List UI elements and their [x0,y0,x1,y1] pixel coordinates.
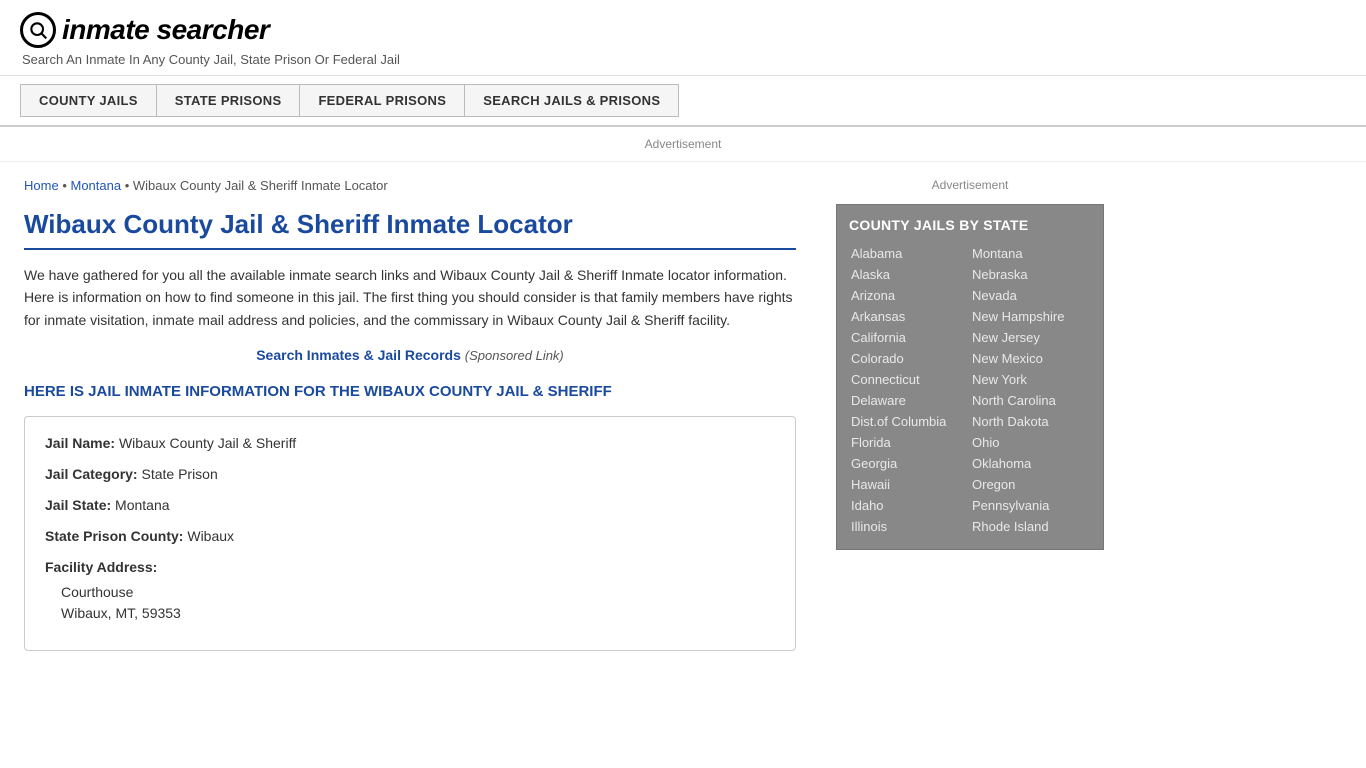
jail-county-label: State Prison County: [45,528,183,544]
state-link[interactable]: Dist.of Columbia [849,411,970,432]
state-link[interactable]: Georgia [849,453,970,474]
jail-name-label: Jail Name: [45,435,115,451]
state-col-1: AlabamaAlaskaArizonaArkansasCaliforniaCo… [849,243,970,537]
jail-state-val: Montana [115,497,169,513]
ad-sidebar: Advertisement [836,178,1104,192]
state-link[interactable]: Pennsylvania [970,495,1091,516]
logo-text: inmate searcher [62,14,269,46]
state-link[interactable]: Oklahoma [970,453,1091,474]
jail-address-row: Facility Address: Courthouse Wibaux, MT,… [45,557,775,624]
breadcrumb: Home • Montana • Wibaux County Jail & Sh… [24,178,796,193]
state-link[interactable]: Alaska [849,264,970,285]
nav-federal-prisons[interactable]: FEDERAL PRISONS [299,84,464,117]
state-link[interactable]: North Dakota [970,411,1091,432]
main-content: Home • Montana • Wibaux County Jail & Sh… [0,162,820,667]
county-jails-title: COUNTY JAILS BY STATE [849,217,1091,233]
description: We have gathered for you all the availab… [24,264,796,331]
nav-state-prisons[interactable]: STATE PRISONS [156,84,300,117]
jail-address-line1: Courthouse [61,582,775,603]
state-link[interactable]: Ohio [970,432,1091,453]
state-link[interactable]: Rhode Island [970,516,1091,537]
search-link-area: Search Inmates & Jail Records (Sponsored… [24,347,796,363]
state-link[interactable]: Nevada [970,285,1091,306]
ad-banner: Advertisement [0,127,1366,162]
state-link[interactable]: Alabama [849,243,970,264]
state-link[interactable]: New Jersey [970,327,1091,348]
state-link[interactable]: Montana [970,243,1091,264]
breadcrumb-page: Wibaux County Jail & Sheriff Inmate Loca… [133,178,388,193]
state-link[interactable]: Nebraska [970,264,1091,285]
state-link[interactable]: Connecticut [849,369,970,390]
breadcrumb-state[interactable]: Montana [70,178,121,193]
state-link[interactable]: New York [970,369,1091,390]
jail-category-label: Jail Category: [45,466,138,482]
state-link[interactable]: Florida [849,432,970,453]
logo-area: inmate searcher [20,12,1346,48]
sponsored-text: (Sponsored Link) [465,348,564,363]
state-link[interactable]: Arizona [849,285,970,306]
jail-address-line2: Wibaux, MT, 59353 [61,603,775,624]
jail-county-row: State Prison County: Wibaux [45,526,775,547]
jail-address-label: Facility Address: [45,559,157,575]
state-link[interactable]: North Carolina [970,390,1091,411]
state-link[interactable]: Oregon [970,474,1091,495]
jail-state-row: Jail State: Montana [45,495,775,516]
breadcrumb-home[interactable]: Home [24,178,59,193]
header: inmate searcher Search An Inmate In Any … [0,0,1366,76]
jail-category-val: State Prison [141,466,217,482]
tagline: Search An Inmate In Any County Jail, Sta… [22,52,1346,67]
state-link[interactable]: Illinois [849,516,970,537]
jail-name-val: Wibaux County Jail & Sheriff [119,435,296,451]
county-jails-box: COUNTY JAILS BY STATE AlabamaAlaskaArizo… [836,204,1104,550]
nav-search[interactable]: SEARCH JAILS & PRISONS [464,84,679,117]
state-link[interactable]: Idaho [849,495,970,516]
sidebar: Advertisement COUNTY JAILS BY STATE Alab… [820,162,1120,667]
main-layout: Home • Montana • Wibaux County Jail & Sh… [0,162,1366,667]
jail-address-details: Courthouse Wibaux, MT, 59353 [45,582,775,624]
page-title: Wibaux County Jail & Sheriff Inmate Loca… [24,209,796,250]
jail-county-val: Wibaux [187,528,234,544]
nav-bar: COUNTY JAILS STATE PRISONS FEDERAL PRISO… [0,76,1366,127]
jail-name-row: Jail Name: Wibaux County Jail & Sheriff [45,433,775,454]
jail-state-label: Jail State: [45,497,111,513]
state-link[interactable]: New Mexico [970,348,1091,369]
info-box: Jail Name: Wibaux County Jail & Sheriff … [24,416,796,651]
nav-county-jails[interactable]: COUNTY JAILS [20,84,156,117]
state-link[interactable]: Hawaii [849,474,970,495]
logo-icon [20,12,56,48]
state-link[interactable]: Delaware [849,390,970,411]
jail-info-heading: HERE IS JAIL INMATE INFORMATION FOR THE … [24,383,796,400]
state-col-2: MontanaNebraskaNevadaNew HampshireNew Je… [970,243,1091,537]
search-inmates-link[interactable]: Search Inmates & Jail Records [256,347,461,363]
jail-category-row: Jail Category: State Prison [45,464,775,485]
breadcrumb-sep2: • [125,178,133,193]
state-link[interactable]: Arkansas [849,306,970,327]
state-link[interactable]: New Hampshire [970,306,1091,327]
state-columns: AlabamaAlaskaArizonaArkansasCaliforniaCo… [849,243,1091,537]
state-link[interactable]: Colorado [849,348,970,369]
state-link[interactable]: California [849,327,970,348]
